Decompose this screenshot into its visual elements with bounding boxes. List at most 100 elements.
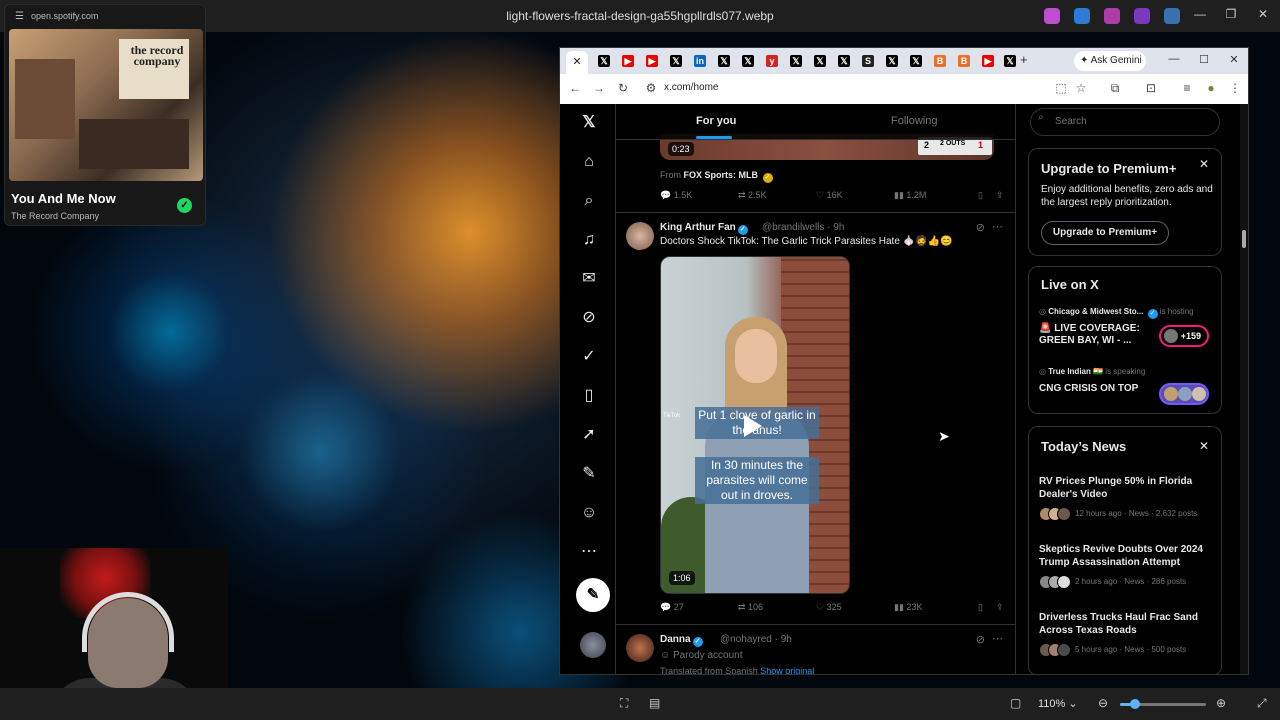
home-icon[interactable]: ⌂	[578, 151, 600, 173]
tab-following[interactable]: Following	[891, 115, 937, 127]
site-info-icon[interactable]: ⚙	[644, 81, 658, 95]
bookmark-icon[interactable]: ▯	[978, 190, 983, 201]
tab-x-10[interactable]: 𝕏	[1004, 55, 1016, 67]
active-tab-close-icon[interactable]: ✕	[566, 51, 588, 74]
install-icon[interactable]: ⬚	[1054, 81, 1068, 95]
tab-youtube-1[interactable]: ▶	[622, 55, 634, 67]
app-icon-4[interactable]	[1134, 8, 1150, 24]
explore-search-icon[interactable]: ⌕	[578, 190, 600, 212]
post-avatar[interactable]	[626, 222, 654, 250]
scroll-thumb[interactable]	[1242, 230, 1246, 248]
tab-x-1[interactable]: 𝕏	[598, 55, 610, 67]
app-icon-5[interactable]	[1164, 8, 1180, 24]
bookmark-icon[interactable]: ▯	[978, 602, 983, 613]
forward-icon[interactable]: →	[592, 81, 606, 95]
post-author-name[interactable]: King Arthur Fan ✓	[660, 222, 748, 235]
tab-for-you[interactable]: For you	[696, 115, 736, 127]
zoom-slider-thumb[interactable]	[1130, 699, 1140, 709]
minimize-icon[interactable]: —	[1191, 7, 1209, 21]
like-count[interactable]: ♡ 16K	[816, 190, 843, 201]
repost-count[interactable]: ⇄ 2.5K	[738, 190, 767, 201]
post-author-handle[interactable]: @brandilwells · 9h	[762, 222, 844, 233]
search-input[interactable]: Search	[1030, 108, 1220, 136]
new-tab-icon[interactable]: +	[1020, 52, 1028, 67]
tab-x-8[interactable]: 𝕏	[886, 55, 898, 67]
close-icon[interactable]: ✕	[1199, 157, 1209, 171]
share-icon[interactable]: ⇪	[996, 190, 1004, 201]
live-listener-pill[interactable]: +159	[1159, 325, 1209, 347]
tab-x-3[interactable]: 𝕏	[718, 55, 730, 67]
from-source-name[interactable]: FOX Sports: MLB	[684, 170, 759, 180]
account-avatar[interactable]	[580, 632, 606, 658]
tab-x-4[interactable]: 𝕏	[742, 55, 754, 67]
show-original-link[interactable]: Show original	[760, 666, 814, 674]
post-video[interactable]: Put 1 clove of garlic in the anus! In 30…	[660, 256, 850, 594]
articles-icon[interactable]: ✎	[578, 463, 600, 485]
tab-x-2[interactable]: 𝕏	[670, 55, 682, 67]
news-item-title[interactable]: Skeptics Revive Doubts Over 2024 Trump A…	[1039, 543, 1215, 569]
spotify-mini-player[interactable]: ☰ open.spotify.com the record company Yo…	[4, 4, 206, 226]
fullscreen-icon[interactable]: ⤢	[1257, 696, 1267, 711]
tab-x-9[interactable]: 𝕏	[910, 55, 922, 67]
ask-gemini-button[interactable]: ✦ Ask Gemini	[1074, 51, 1146, 71]
view-count[interactable]: ▮▮ 1.2M	[894, 190, 926, 201]
tab-b-2[interactable]: B	[958, 55, 970, 67]
premium-icon[interactable]: ✓	[578, 346, 600, 368]
tab-yelp[interactable]: y	[766, 55, 778, 67]
grok-icon[interactable]: ⊘	[976, 221, 985, 234]
post-avatar[interactable]	[626, 634, 654, 662]
crop-icon[interactable]: ⛶	[620, 696, 628, 711]
play-icon[interactable]	[744, 415, 762, 437]
post-more-icon[interactable]: ⋯	[992, 220, 1003, 233]
profile-avatar[interactable]: ●	[1204, 81, 1218, 95]
tab-b-1[interactable]: B	[934, 55, 946, 67]
menu-icon[interactable]: ☰	[15, 11, 24, 22]
grok-icon[interactable]: ⊘	[578, 307, 600, 329]
extensions-icon[interactable]: ⧉	[1108, 81, 1122, 96]
zoom-out-icon[interactable]: ⊖	[1098, 696, 1108, 710]
post-button[interactable]: ✎	[576, 578, 610, 612]
browser-maximize-icon[interactable]: ☐	[1197, 53, 1211, 66]
view-count[interactable]: ▮▮ 23K	[894, 602, 922, 613]
tab-x-7[interactable]: 𝕏	[838, 55, 850, 67]
grok-icon[interactable]: ⊘	[976, 633, 985, 646]
tab-linkedin[interactable]: in	[694, 55, 706, 67]
address-bar[interactable]: x.com/home	[664, 82, 718, 93]
live-host[interactable]: ◎ Chicago & Midwest Sto... ✓ is hosting	[1039, 307, 1194, 319]
track-title[interactable]: You And Me Now	[11, 191, 116, 206]
like-count[interactable]: ♡ 325	[816, 602, 842, 613]
post-more-icon[interactable]: ⋯	[992, 632, 1003, 645]
track-artist[interactable]: The Record Company	[11, 211, 99, 221]
reload-icon[interactable]: ↻	[616, 81, 630, 95]
tab-x-5[interactable]: 𝕏	[790, 55, 802, 67]
app-icon-1[interactable]	[1044, 8, 1060, 24]
close-icon[interactable]: ✕	[1199, 439, 1209, 453]
tab-x-6[interactable]: 𝕏	[814, 55, 826, 67]
jobs-rocket-icon[interactable]: ➚	[578, 424, 600, 446]
notifications-icon[interactable]: ♫	[578, 229, 600, 251]
more-icon[interactable]: ⋯	[578, 541, 600, 563]
live-speakers-pill[interactable]	[1159, 383, 1209, 405]
tab-youtube-2[interactable]: ▶	[646, 55, 658, 67]
post-author-handle[interactable]: @nohayred · 9h	[720, 634, 792, 645]
media-icon[interactable]: ≡	[1180, 81, 1194, 95]
liked-check-icon[interactable]: ✓	[177, 198, 192, 213]
browser-close-icon[interactable]: ✕	[1227, 53, 1241, 66]
restore-icon[interactable]: ❐	[1222, 7, 1240, 21]
page-scrollbar[interactable]	[1240, 104, 1248, 674]
reply-count[interactable]: 💬 1.5K	[660, 190, 692, 201]
app-icon-3[interactable]	[1104, 8, 1120, 24]
live-item-title[interactable]: CNG CRISIS ON TOP	[1039, 383, 1157, 395]
bookmark-star-icon[interactable]: ☆	[1074, 81, 1088, 95]
close-icon[interactable]: ✕	[1254, 7, 1272, 21]
bookmarks-icon[interactable]: ▯	[578, 385, 600, 407]
profile-icon[interactable]: ☺	[578, 502, 600, 524]
live-host[interactable]: ◎ True Indian 🇮🇳 is speaking	[1039, 367, 1145, 376]
reply-count[interactable]: 💬 27	[660, 602, 684, 613]
back-icon[interactable]: ←	[568, 81, 582, 95]
share-icon[interactable]: ⇪	[996, 602, 1004, 613]
browser-menu-icon[interactable]: ⋮	[1228, 81, 1242, 95]
messages-icon[interactable]: ✉	[578, 268, 600, 290]
text-scan-icon[interactable]: ▤	[649, 696, 660, 710]
news-item-title[interactable]: RV Prices Plunge 50% in Florida Dealer's…	[1039, 475, 1215, 501]
